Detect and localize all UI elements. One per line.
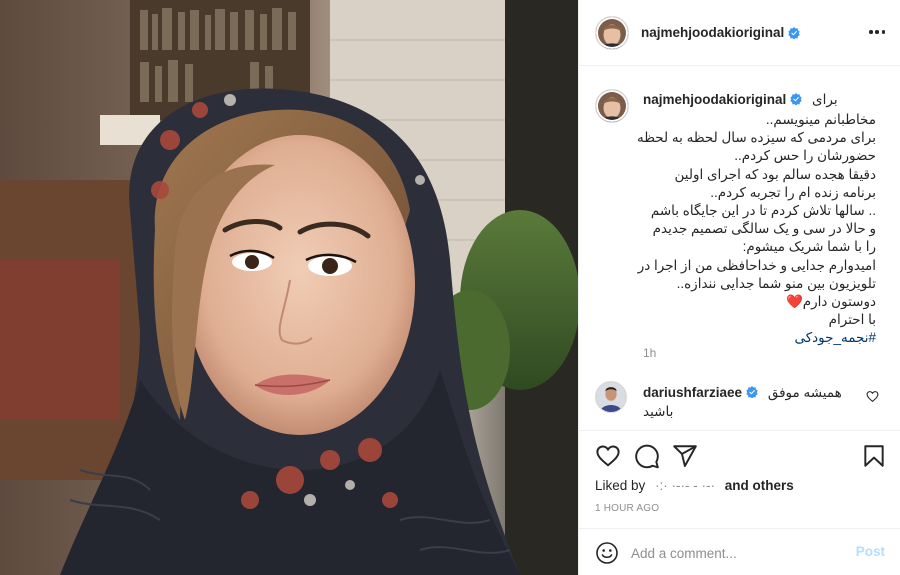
caption-line: برای مردمی که سیزده سال لحظه به لحظه xyxy=(636,130,876,146)
paper-plane-icon[interactable] xyxy=(672,443,698,469)
post-comment-button[interactable]: Post xyxy=(856,544,885,559)
post-photo[interactable] xyxy=(0,0,578,575)
comment-like-heart-icon[interactable] xyxy=(866,390,879,403)
liked-by-others[interactable]: and others xyxy=(725,478,794,493)
verified-badge-icon xyxy=(746,386,758,398)
instagram-post: najmehjoodakioriginal najmehjoodakiorigi… xyxy=(0,0,900,575)
add-comment-bar: Post xyxy=(579,528,900,575)
more-options-icon[interactable] xyxy=(869,24,885,40)
caption-line: حضورشان را حس کردم.. xyxy=(734,148,876,164)
caption-first-word: برای xyxy=(812,92,838,107)
caption-line: امیدوارم جدایی و خداحافظی من از اجرا در xyxy=(637,257,876,273)
comment-text-line1: همیشه موفق xyxy=(767,385,842,400)
commenter-username[interactable]: dariushfarziaee xyxy=(643,385,742,400)
post-sidebar: najmehjoodakioriginal najmehjoodakiorigi… xyxy=(578,0,900,575)
verified-badge-icon xyxy=(788,26,800,39)
caption-line: تلویزیون بین منو شما جدایی نندازه.. xyxy=(676,275,876,291)
comment-text-line2: باشید xyxy=(643,404,674,419)
liked-by-names[interactable]: ·:· ·-·- - ·-· xyxy=(655,478,715,493)
author-username[interactable]: najmehjoodakioriginal xyxy=(641,25,784,40)
caption-hashtag[interactable]: #نجمه_جودکی xyxy=(579,329,876,347)
caption-line: دوستون دارم❤️ xyxy=(785,294,876,310)
author-avatar[interactable] xyxy=(595,15,629,50)
caption-timestamp[interactable]: 1h xyxy=(643,346,656,360)
portrait-image xyxy=(0,0,578,575)
liked-by: Liked by ·:· ·-·- - ·-· and others xyxy=(595,478,794,493)
comment-bubble-icon[interactable] xyxy=(634,443,660,469)
heart-icon[interactable] xyxy=(595,443,621,469)
post-actions: Liked by ·:· ·-·- - ·-· and others 1 HOU… xyxy=(579,430,900,575)
caption-line: برنامه زنده ام را تجربه کردم.. xyxy=(710,184,876,200)
smiley-icon[interactable] xyxy=(595,541,619,565)
bookmark-icon[interactable] xyxy=(861,443,887,469)
post-timestamp[interactable]: 1 HOUR AGO xyxy=(595,503,659,514)
post-header: najmehjoodakioriginal xyxy=(579,0,900,66)
comments-section: najmehjoodakioriginal برای مخاطبانم مینو… xyxy=(579,67,900,429)
caption-username[interactable]: najmehjoodakioriginal xyxy=(643,92,786,107)
action-icons xyxy=(595,443,887,469)
verified-badge-icon xyxy=(790,93,802,105)
caption-line: دقیقا هجده سالم بود که اجرای اولین xyxy=(674,166,876,182)
caption-line: و حالا در سی و یک سالگی تصمیم جدیدم xyxy=(652,221,876,237)
caption-header: najmehjoodakioriginal برای xyxy=(643,92,838,108)
liked-by-prefix: Liked by xyxy=(595,478,646,493)
commenter-avatar[interactable] xyxy=(595,381,627,413)
comment-header: dariushfarziaee همیشه موفق xyxy=(643,385,842,401)
caption-line: با احترام xyxy=(828,312,876,328)
caption-text: مخاطبانم مینویسم.. برای مردمی که سیزده س… xyxy=(579,111,876,348)
caption-line: مخاطبانم مینویسم.. xyxy=(765,112,876,127)
caption-line: را با شما شریک میشوم: xyxy=(742,239,876,255)
add-comment-input[interactable] xyxy=(631,543,841,563)
caption-line: .. سالها تلاش کردم تا در این جایگاه باشم xyxy=(650,203,876,219)
